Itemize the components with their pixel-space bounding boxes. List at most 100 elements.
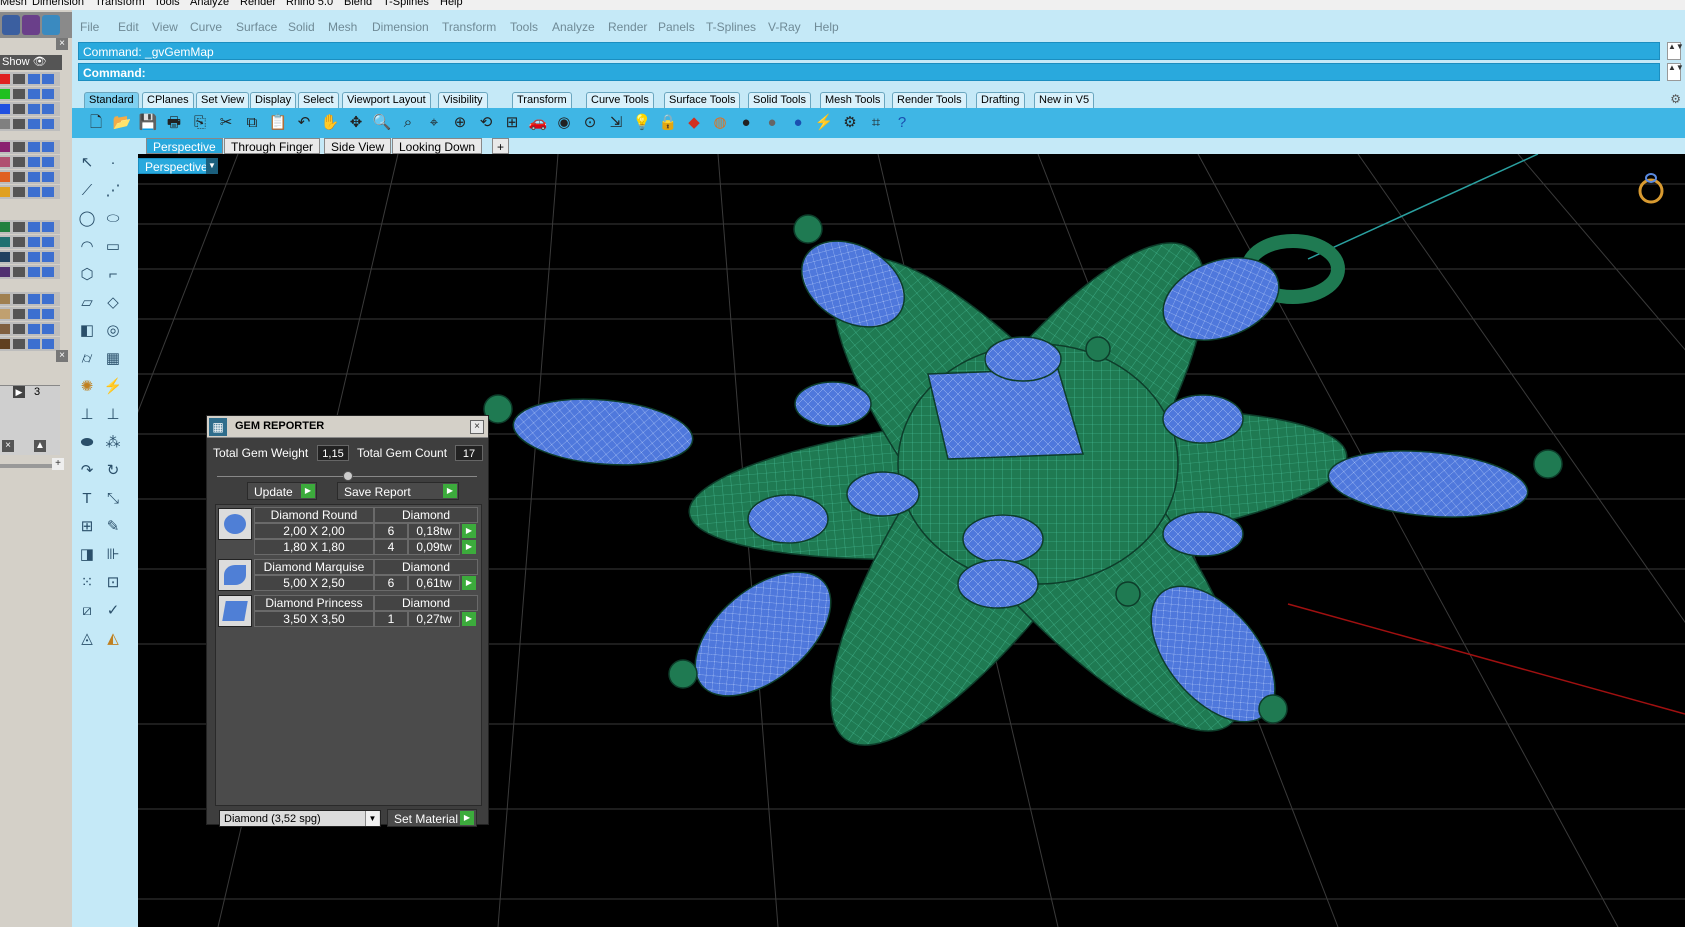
layer-print-icon[interactable] <box>42 267 54 277</box>
expand-arrow-icon[interactable]: ▶ <box>13 386 25 398</box>
layer-row[interactable] <box>0 140 60 154</box>
tab-surface-tools[interactable]: Surface Tools <box>664 92 741 108</box>
lock-icon[interactable] <box>13 252 25 262</box>
tab-viewport-layout[interactable]: Viewport Layout <box>342 92 431 108</box>
layer-color-swatch[interactable] <box>0 324 10 334</box>
menu-view[interactable]: View <box>152 20 178 34</box>
boolean-icon[interactable]: ◎ <box>102 320 124 342</box>
menu-item[interactable]: Mesh <box>0 0 27 8</box>
layer-print-icon[interactable] <box>42 252 54 262</box>
tab-through-finger[interactable]: Through Finger <box>224 138 321 154</box>
layer-row[interactable] <box>0 322 60 336</box>
point-grid-icon[interactable]: ⁙ <box>76 572 98 594</box>
cut-icon[interactable]: ✂ <box>216 113 236 133</box>
row-arrow-icon[interactable]: ▶ <box>462 612 476 626</box>
tab-drafting[interactable]: Drafting <box>976 92 1025 108</box>
layer-visibility-icon[interactable] <box>28 157 40 167</box>
print-icon[interactable]: 🖶 <box>164 113 184 133</box>
point-icon[interactable]: · <box>102 152 124 174</box>
lock-icon[interactable] <box>13 294 25 304</box>
lock-icon[interactable] <box>13 339 25 349</box>
move-up-icon[interactable]: ▲ <box>34 440 46 452</box>
layer-row[interactable] <box>0 292 60 306</box>
menu-item[interactable]: Blend <box>344 0 372 8</box>
layer-color-swatch[interactable] <box>0 119 10 129</box>
measure-icon[interactable]: ⊥ <box>102 404 124 426</box>
layer-tool-icon[interactable] <box>22 15 40 35</box>
layer-print-icon[interactable] <box>42 294 54 304</box>
layer-visibility-icon[interactable] <box>28 309 40 319</box>
layer-print-icon[interactable] <box>42 187 54 197</box>
tab-standard[interactable]: Standard <box>84 92 139 108</box>
menu-edit[interactable]: Edit <box>118 20 139 34</box>
layer-row[interactable] <box>0 155 60 169</box>
close-icon[interactable]: × <box>56 38 68 50</box>
tab-visibility[interactable]: Visibility <box>438 92 488 108</box>
light-bulb-icon[interactable]: 💡 <box>632 113 652 133</box>
layer-visibility-icon[interactable] <box>28 74 40 84</box>
ellipse-icon[interactable]: ⬭ <box>102 208 124 230</box>
layer-tool-icon[interactable] <box>2 15 20 35</box>
zoom-window-icon[interactable]: ⌕ <box>398 113 418 133</box>
layer-print-icon[interactable] <box>42 309 54 319</box>
lock-icon[interactable]: 🔒 <box>658 113 678 133</box>
menu-analyze[interactable]: Analyze <box>552 20 595 34</box>
gear-icon[interactable]: ⚙ <box>1670 92 1681 106</box>
grid-snap-icon[interactable]: ⊪ <box>102 544 124 566</box>
import-icon[interactable]: ⎘ <box>190 113 210 133</box>
zoom-extents-icon[interactable]: ⌖ <box>424 113 444 133</box>
car-icon[interactable]: 🚗 <box>528 113 548 133</box>
layer-color-swatch[interactable] <box>0 89 10 99</box>
menu-file[interactable]: File <box>80 20 99 34</box>
lock-icon[interactable] <box>13 237 25 247</box>
lock-icon[interactable] <box>13 267 25 277</box>
layer-color-swatch[interactable] <box>0 104 10 114</box>
layer-color-swatch[interactable] <box>0 339 10 349</box>
menu-tools[interactable]: Tools <box>510 20 538 34</box>
layer-row[interactable] <box>0 265 60 279</box>
help-icon[interactable]: ? <box>892 113 912 133</box>
flash-icon[interactable]: ⚡ <box>814 113 834 133</box>
layer-print-icon[interactable] <box>42 119 54 129</box>
globe-icon[interactable]: ● <box>788 113 808 133</box>
tab-looking-down[interactable]: Looking Down <box>392 138 483 154</box>
layer-print-icon[interactable] <box>42 89 54 99</box>
settings-icon[interactable]: ⚙ <box>840 113 860 133</box>
menu-panels[interactable]: Panels <box>658 20 695 34</box>
dimension-icon[interactable]: ⊥ <box>76 404 98 426</box>
trim-icon[interactable]: ↷ <box>76 460 98 482</box>
tab-side-view[interactable]: Side View <box>324 138 392 154</box>
eye-icon[interactable]: 👁 <box>33 56 47 68</box>
layer-print-icon[interactable] <box>42 142 54 152</box>
block-icon[interactable]: ◨ <box>76 544 98 566</box>
layer-visibility-icon[interactable] <box>28 172 40 182</box>
material-select[interactable]: Diamond (3,52 spg) <box>219 810 381 827</box>
tab-cplanes[interactable]: CPlanes <box>142 92 194 108</box>
menu-item[interactable]: Dimension <box>32 0 84 8</box>
layer-print-icon[interactable] <box>42 172 54 182</box>
snap-icon[interactable]: ⊙ <box>580 113 600 133</box>
rectangle-icon[interactable]: ▭ <box>102 236 124 258</box>
scroll-up-icon[interactable]: ▲▼ <box>1667 42 1684 60</box>
render-sphere-icon[interactable]: ● <box>736 113 756 133</box>
row-arrow-icon[interactable]: ▶ <box>462 540 476 554</box>
lock-icon[interactable] <box>13 157 25 167</box>
text-icon[interactable]: T <box>76 488 98 510</box>
layer-color-swatch[interactable] <box>0 267 10 277</box>
split-icon[interactable]: ↻ <box>102 460 124 482</box>
layer-print-icon[interactable] <box>42 222 54 232</box>
add-viewport-icon[interactable]: + <box>492 138 510 154</box>
polyline-icon[interactable]: ⟋ <box>76 180 98 202</box>
layer-row[interactable] <box>0 220 60 234</box>
mirror-icon[interactable]: ⧄ <box>76 600 98 622</box>
lock-icon[interactable] <box>13 142 25 152</box>
layout-icon[interactable]: ⊡ <box>102 572 124 594</box>
transform-icon[interactable]: ⇲ <box>606 113 626 133</box>
lock-icon[interactable] <box>13 172 25 182</box>
save-report-button[interactable]: Save Report <box>337 482 459 500</box>
menu-mesh[interactable]: Mesh <box>328 20 357 34</box>
chevron-down-icon[interactable]: ▼ <box>206 158 218 174</box>
layer-row[interactable] <box>0 235 60 249</box>
layer-color-swatch[interactable] <box>0 187 10 197</box>
layer-visibility-icon[interactable] <box>28 267 40 277</box>
